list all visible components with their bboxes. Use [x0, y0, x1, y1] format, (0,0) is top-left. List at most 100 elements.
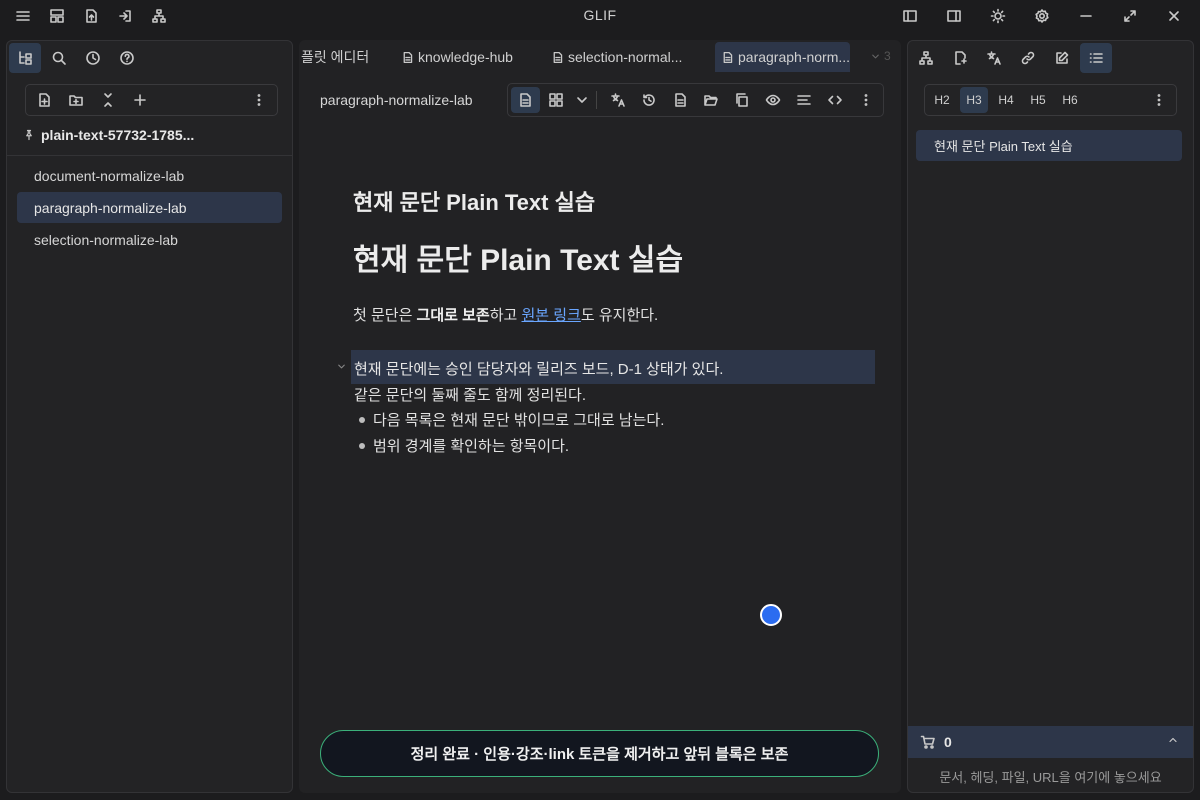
- translate-icon[interactable]: [603, 87, 632, 113]
- tab-overflow[interactable]: 3: [870, 49, 891, 63]
- list-item[interactable]: 다음 목록은 현재 문단 밖이므로 그대로 남는다.: [359, 409, 664, 430]
- layout-icon[interactable]: [42, 4, 72, 28]
- toolbar-separator: [596, 91, 598, 109]
- more-icon[interactable]: [245, 88, 273, 112]
- eye-icon[interactable]: [758, 87, 787, 113]
- close-icon[interactable]: [1154, 4, 1194, 28]
- edit-icon[interactable]: [1046, 43, 1078, 73]
- tab-label: 플릿 에디터: [301, 49, 370, 65]
- editor-panel: 플릿 에디터 knowledge-hub selection-normal...…: [299, 40, 901, 793]
- grid-icon[interactable]: [542, 87, 571, 113]
- plus-icon[interactable]: [126, 88, 154, 112]
- chevron-up-icon[interactable]: [1167, 734, 1179, 746]
- tab[interactable]: selection-normal...: [545, 42, 715, 72]
- pin-icon: [23, 129, 35, 141]
- tab-label: knowledge-hub: [418, 49, 513, 65]
- right-sidebar-icon[interactable]: [934, 4, 974, 28]
- title-bar: GLIF: [0, 0, 1200, 32]
- file-item[interactable]: paragraph-normalize-lab: [17, 192, 282, 223]
- list-item-text: 다음 목록은 현재 문단 밖이므로 그대로 남는다.: [373, 412, 665, 429]
- heading-h2[interactable]: 현재 문단 Plain Text 실습: [353, 235, 683, 279]
- left-sidebar-icon[interactable]: [890, 4, 930, 28]
- editor-toolbar: [507, 83, 884, 117]
- document-body[interactable]: 현재 문단 Plain Text 실습 현재 문단 Plain Text 실습 …: [338, 185, 883, 455]
- document-icon[interactable]: [511, 87, 540, 113]
- heading-h3[interactable]: 현재 문단 Plain Text 실습: [353, 185, 883, 217]
- heading-level-button[interactable]: H3: [960, 87, 988, 113]
- file-link-icon[interactable]: [944, 43, 976, 73]
- heading-level-button[interactable]: H6: [1056, 87, 1084, 113]
- vault-header[interactable]: plain-text-57732-1785...: [23, 127, 283, 143]
- chevron-down-icon[interactable]: [573, 87, 590, 113]
- cart-bar[interactable]: 0: [908, 726, 1193, 758]
- tab-label: selection-normal...: [568, 49, 683, 65]
- text-run: 도 유지한다.: [580, 307, 659, 324]
- outline-item[interactable]: 현재 문단 Plain Text 실습: [916, 130, 1182, 161]
- file-icon: [721, 51, 734, 64]
- cart-count: 0: [944, 734, 952, 750]
- tab-label: paragraph-norm...: [738, 49, 850, 65]
- heading-level-button[interactable]: H5: [1024, 87, 1052, 113]
- tab[interactable]: 플릿 에디터: [299, 42, 395, 72]
- divider: [7, 155, 292, 156]
- collapse-icon[interactable]: [94, 88, 122, 112]
- sitemap-icon[interactable]: [144, 4, 174, 28]
- link[interactable]: 원본 링크: [522, 307, 581, 324]
- translate-icon[interactable]: [978, 43, 1010, 73]
- tab-active[interactable]: paragraph-norm...: [715, 42, 850, 72]
- folder-open-icon[interactable]: [696, 87, 725, 113]
- search-icon[interactable]: [43, 43, 75, 73]
- text-run: 하고: [489, 307, 522, 324]
- file-tree-icon[interactable]: [9, 43, 41, 73]
- status-toast: 정리 완료 · 인용·강조·link 토큰을 제거하고 앞뒤 블록은 보존: [320, 730, 879, 777]
- settings-icon[interactable]: [1022, 4, 1062, 28]
- bullet-dot: [359, 416, 365, 423]
- file-icon: [551, 51, 564, 64]
- login-icon[interactable]: [110, 4, 140, 28]
- link-icon[interactable]: [1012, 43, 1044, 73]
- menu-icon[interactable]: [8, 4, 38, 28]
- file-item[interactable]: selection-normalize-lab: [17, 224, 282, 255]
- document-title: paragraph-normalize-lab: [320, 92, 473, 108]
- tab-overflow-count: 3: [884, 49, 891, 63]
- file-text-icon[interactable]: [665, 87, 694, 113]
- editor-header: paragraph-normalize-lab: [299, 83, 901, 117]
- file-item[interactable]: document-normalize-lab: [17, 160, 282, 191]
- more-icon[interactable]: [851, 87, 880, 113]
- drop-zone[interactable]: 문서, 헤딩, 파일, URL을 여기에 놓으세요: [908, 759, 1193, 793]
- cart-icon: [920, 734, 936, 750]
- heading-level-button[interactable]: H4: [992, 87, 1020, 113]
- paragraph[interactable]: 첫 문단은 그대로 보존하고 원본 링크도 유지한다.: [353, 304, 658, 325]
- left-sidebar-tabs: [9, 43, 143, 73]
- right-sidebar-tabs: [910, 43, 1112, 73]
- chevron-down-icon: [870, 51, 881, 62]
- upload-icon[interactable]: [76, 4, 106, 28]
- maximize-icon[interactable]: [1110, 4, 1150, 28]
- left-sidebar: plain-text-57732-1785... document-normal…: [6, 40, 293, 793]
- sun-icon[interactable]: [978, 4, 1018, 28]
- heading-level-bar: H2 H3 H4 H5 H6: [924, 84, 1177, 116]
- more-icon[interactable]: [1145, 87, 1173, 113]
- new-folder-icon[interactable]: [62, 88, 90, 112]
- code-icon[interactable]: [820, 87, 849, 113]
- right-sidebar: H2 H3 H4 H5 H6 현재 문단 Plain Text 실습 0 문서,…: [907, 40, 1194, 793]
- history-icon[interactable]: [634, 87, 663, 113]
- vault-name: plain-text-57732-1785...: [41, 127, 195, 143]
- file-icon: [401, 51, 414, 64]
- tab[interactable]: knowledge-hub: [395, 42, 545, 72]
- minimize-icon[interactable]: [1066, 4, 1106, 28]
- heading-level-button[interactable]: H2: [928, 87, 956, 113]
- align-icon[interactable]: [789, 87, 818, 113]
- fold-chevron-icon[interactable]: [336, 361, 347, 372]
- copy-icon[interactable]: [727, 87, 756, 113]
- graph-icon[interactable]: [910, 43, 942, 73]
- help-icon[interactable]: [111, 43, 143, 73]
- text-run: 첫 문단은: [353, 307, 417, 324]
- clock-icon[interactable]: [77, 43, 109, 73]
- new-file-icon[interactable]: [30, 88, 58, 112]
- current-paragraph-line[interactable]: 같은 문단의 둘째 줄도 함께 정리된다.: [354, 384, 586, 405]
- list-item[interactable]: 범위 경계를 확인하는 항목이다.: [359, 435, 569, 456]
- tab-strip: 플릿 에디터 knowledge-hub selection-normal...…: [299, 40, 901, 74]
- current-paragraph-line[interactable]: 현재 문단에는 승인 담당자와 릴리즈 보드, D-1 상태가 있다.: [354, 358, 723, 379]
- list-icon[interactable]: [1080, 43, 1112, 73]
